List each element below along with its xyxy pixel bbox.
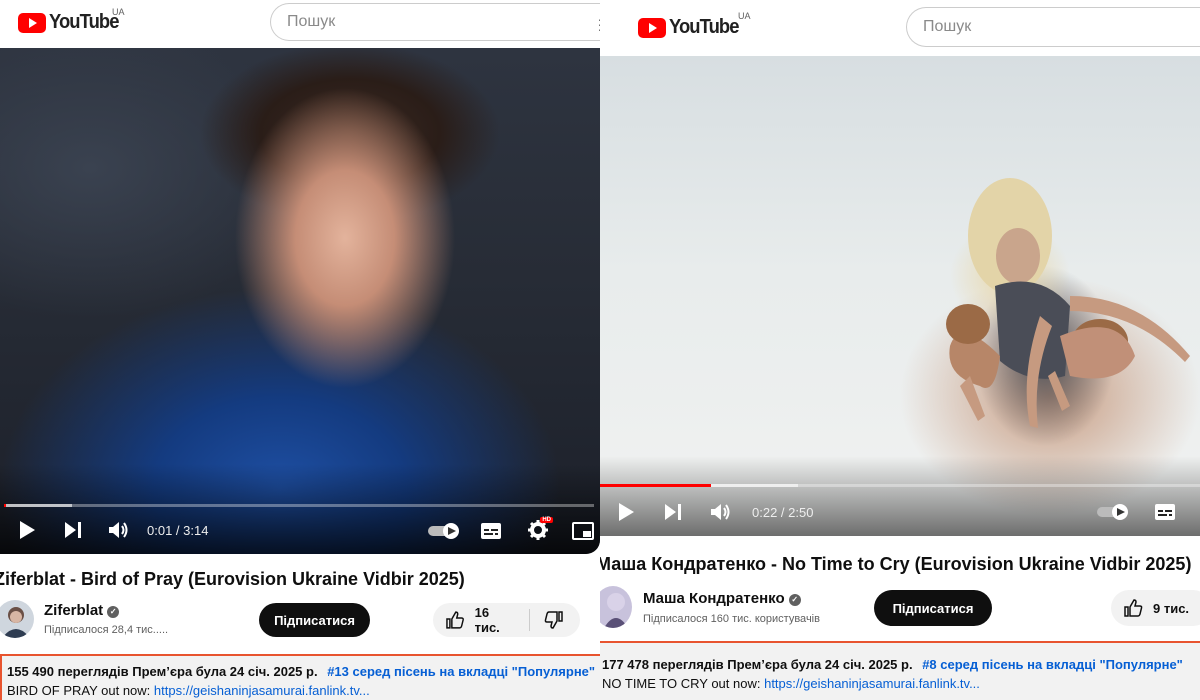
channel-avatar[interactable] [0, 600, 34, 638]
next-icon[interactable] [664, 503, 682, 521]
play-icon[interactable] [18, 520, 36, 540]
subscriber-count: Підписалося 28,4 тис..... [44, 624, 169, 636]
description-meta: 177 478 переглядів Прем’єра була 24 січ.… [602, 657, 1200, 672]
progress-played [600, 484, 711, 487]
youtube-play-icon [638, 17, 666, 38]
search-box[interactable] [906, 7, 1200, 47]
views-and-date: 155 490 переглядів Прем’єра була 24 січ.… [7, 664, 318, 679]
description-line: BIRD OF PRAY out now: https://geishaninj… [7, 683, 600, 698]
subscriber-count: Підписалося 160 тис. користувачів [643, 613, 820, 625]
time-display: 0:01 / 3:14 [147, 523, 209, 538]
logo-text: YouTube [669, 16, 739, 38]
trending-tag[interactable]: #8 серед пісень на вкладці "Популярне" [922, 657, 1183, 672]
like-dislike-group: 9 тис. [1111, 590, 1200, 626]
verified-icon: ✓ [788, 594, 801, 606]
thumb-down-icon [544, 611, 563, 629]
left-panel: YouTube UA ☰ 0:01 / 3:14 [0, 0, 600, 700]
progress-bar[interactable] [4, 504, 594, 507]
youtube-logo[interactable]: YouTube [18, 11, 125, 34]
trending-tag[interactable]: #13 серед пісень на вкладці "Популярне" [327, 664, 595, 679]
views-and-date: 177 478 переглядів Прем’єра була 24 січ.… [602, 657, 913, 672]
miniplayer-icon[interactable] [572, 522, 594, 540]
time-display: 0:22 / 2:50 [752, 505, 814, 520]
channel-avatar[interactable] [600, 586, 632, 628]
like-dislike-group: 16 тис. [433, 603, 580, 637]
region-label: UA [112, 7, 125, 17]
description-link[interactable]: https://geishaninjasamurai.fanlink.tv... [764, 676, 980, 691]
search-box[interactable] [270, 3, 600, 41]
channel-name-row[interactable]: Ziferblat ✓ [44, 602, 120, 619]
thumb-up-icon [1124, 599, 1143, 617]
autoplay-toggle-icon[interactable] [427, 522, 461, 540]
video-player[interactable]: 0:22 / 2:50 [600, 56, 1200, 536]
progress-played [4, 504, 6, 507]
logo-text: YouTube [49, 11, 119, 33]
subscribe-button[interactable]: Підписатися [259, 603, 370, 637]
right-panel: YouTube UA Пошук 0:22 / 2:50 Маша Кондра… [600, 0, 1200, 700]
like-count: 16 тис. [474, 605, 500, 635]
channel-name[interactable]: Маша Кондратенко [643, 590, 785, 607]
like-button[interactable]: 16 тис. [433, 603, 529, 637]
progress-buffer [4, 504, 72, 507]
video-title: Маша Кондратенко - No Time to Cry (Eurov… [600, 554, 1192, 574]
subtitles-icon[interactable] [1154, 503, 1176, 521]
settings-icon[interactable]: HD [528, 517, 553, 540]
description-link[interactable]: https://geishaninjasamurai.fanlink.tv... [154, 683, 370, 698]
thumb-up-icon [446, 611, 464, 629]
description-box[interactable]: 155 490 переглядів Прем’єра була 24 січ.… [0, 654, 600, 700]
youtube-play-icon [18, 12, 46, 33]
volume-icon[interactable] [108, 520, 130, 540]
video-player[interactable]: 0:01 / 3:14 HD [0, 48, 600, 554]
next-icon[interactable] [64, 521, 82, 539]
progress-bar[interactable] [600, 484, 1200, 487]
video-title: Ziferblat - Bird of Pray (Eurovision Ukr… [0, 569, 465, 589]
description-text: BIRD OF PRAY out now: [7, 683, 154, 698]
play-icon[interactable] [617, 502, 635, 522]
description-box[interactable]: 177 478 переглядів Прем’єра була 24 січ.… [600, 641, 1200, 700]
header: YouTube UA ☰ [0, 0, 600, 48]
player-controls: 0:01 / 3:14 HD [0, 510, 600, 550]
autoplay-toggle-icon[interactable] [1096, 503, 1130, 521]
subtitles-icon[interactable] [480, 522, 502, 540]
description-meta: 155 490 переглядів Прем’єра була 24 січ.… [7, 664, 600, 679]
dislike-button[interactable] [530, 603, 580, 637]
like-button[interactable]: 9 тис. [1111, 590, 1200, 626]
region-label: UA [738, 11, 751, 21]
header: YouTube UA [600, 0, 1200, 56]
youtube-logo[interactable]: YouTube [638, 16, 745, 39]
volume-icon[interactable] [710, 502, 732, 522]
description-text: NO TIME TO CRY out now: [602, 676, 765, 691]
subscribe-button[interactable]: Підписатися [874, 590, 992, 626]
search-input[interactable] [923, 18, 1200, 36]
search-input[interactable] [287, 13, 600, 31]
verified-icon: ✓ [107, 606, 120, 618]
hd-badge: HD [540, 517, 553, 523]
like-count: 9 тис. [1153, 600, 1190, 616]
player-controls: 0:22 / 2:50 [600, 492, 1200, 532]
channel-name-row[interactable]: Маша Кондратенко ✓ [643, 590, 801, 607]
channel-name[interactable]: Ziferblat [44, 602, 103, 619]
description-line: NO TIME TO CRY out now: https://geishani… [602, 676, 1200, 691]
